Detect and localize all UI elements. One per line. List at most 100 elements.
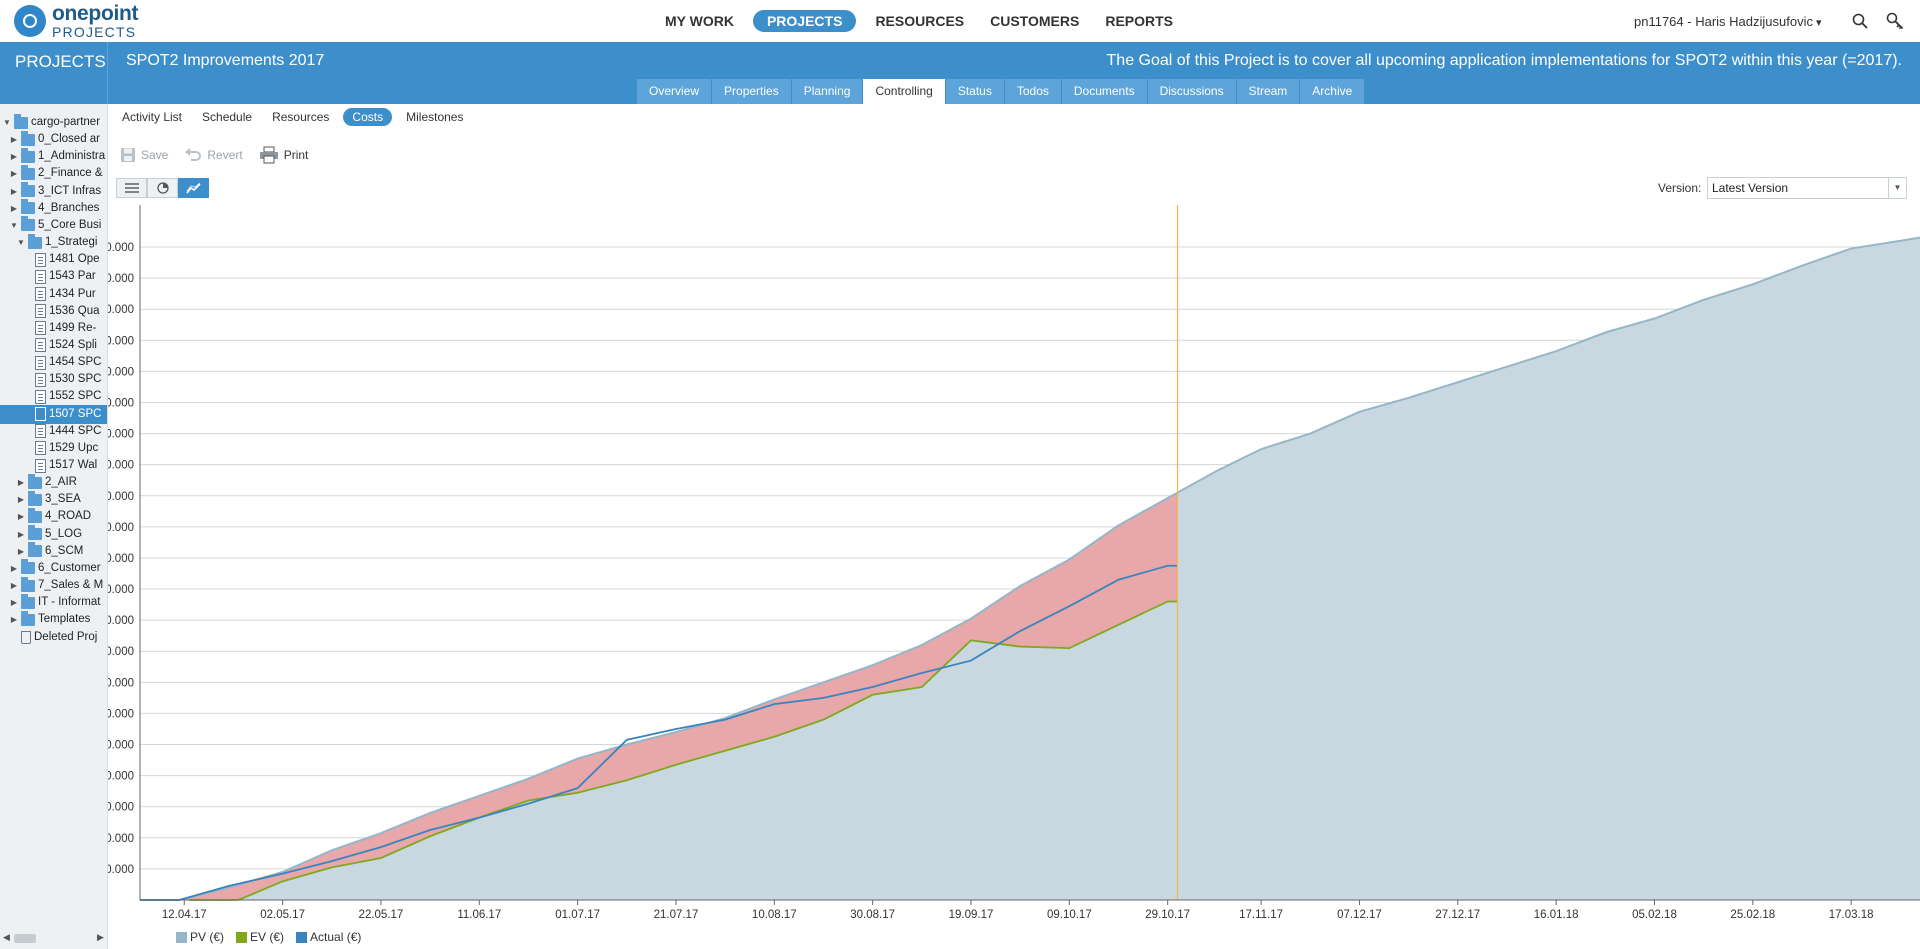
tree-item[interactable]: ▶ 1_Administra	[0, 147, 107, 166]
tree-item[interactable]: 1444 SPC	[0, 422, 107, 441]
tab-todos[interactable]: Todos	[1004, 79, 1061, 104]
subtab-milestones[interactable]: Milestones	[406, 108, 463, 126]
x-tick-label: 19.09.17	[949, 909, 994, 921]
x-tick-label: 09.10.17	[1047, 909, 1092, 921]
tree-item[interactable]: ▶ 7_Sales & M	[0, 576, 107, 595]
tab-documents[interactable]: Documents	[1061, 79, 1147, 104]
nav-item-reports[interactable]: REPORTS	[1103, 10, 1175, 32]
list-view-button[interactable]	[116, 178, 147, 198]
collapse-arrow-icon[interactable]: ▼	[9, 216, 19, 235]
tree-item[interactable]: 1536 Qua	[0, 302, 107, 321]
tree-item[interactable]: ▶ 3_SEA	[0, 490, 107, 509]
trash-icon	[21, 630, 31, 644]
scroll-left-icon[interactable]: ◀	[3, 932, 10, 943]
tree-item-label: 4_Branches	[38, 201, 100, 214]
expand-arrow-icon[interactable]: ▶	[9, 164, 19, 183]
pie-view-button[interactable]	[147, 178, 178, 198]
project-title: SPOT2 Improvements 2017	[126, 52, 325, 69]
tree-item[interactable]: 1529 Upc	[0, 439, 107, 458]
revert-button[interactable]: Revert	[184, 147, 243, 163]
expand-arrow-icon[interactable]: ▶	[16, 542, 26, 561]
expand-arrow-icon[interactable]: ▶	[9, 559, 19, 578]
nav-item-resources[interactable]: RESOURCES	[873, 10, 966, 32]
y-tick-label: 220.000	[108, 553, 134, 565]
tree-item[interactable]: ▼ 1_Strategi	[0, 233, 107, 252]
tab-properties[interactable]: Properties	[712, 79, 791, 104]
expand-arrow-icon[interactable]: ▶	[9, 593, 19, 612]
tree-item[interactable]: 1434 Pur	[0, 285, 107, 304]
tree-item[interactable]: ▼ cargo-partner	[0, 113, 107, 132]
tree-item[interactable]: ▶ 3_ICT Infras	[0, 182, 107, 201]
expand-arrow-icon[interactable]: ▶	[9, 576, 19, 595]
expand-arrow-icon[interactable]: ▶	[9, 130, 19, 149]
tree-item[interactable]: 1552 SPC	[0, 387, 107, 406]
nav-item-customers[interactable]: CUSTOMERS	[988, 10, 1081, 32]
print-button[interactable]: Print	[259, 146, 308, 164]
tree-item-label: 4_ROAD	[45, 510, 92, 523]
subtab-costs[interactable]: Costs	[343, 108, 393, 126]
tree-item[interactable]: Deleted Proj	[0, 628, 107, 647]
save-button[interactable]: Save	[120, 147, 168, 163]
main-nav: MY WORK PROJECTS RESOURCES CUSTOMERS REPORTS	[652, 10, 1186, 32]
tree-item[interactable]: ▶ 4_Branches	[0, 199, 107, 218]
folder-icon	[21, 164, 35, 180]
sidebar-scrollbar[interactable]: ◀ ▶	[0, 931, 107, 945]
tree-item[interactable]: 1481 Ope	[0, 250, 107, 269]
expand-arrow-icon[interactable]: ▶	[9, 182, 19, 201]
tree-item[interactable]: 1454 SPC	[0, 353, 107, 372]
tree-item[interactable]: ▶ 6_Customer	[0, 559, 107, 578]
logo[interactable]: onepoint PROJECTS	[14, 3, 139, 39]
version-select[interactable]: Latest Version ▼	[1707, 177, 1907, 199]
collapse-arrow-icon[interactable]: ▼	[2, 113, 12, 132]
expand-arrow-icon[interactable]: ▶	[9, 199, 19, 218]
expand-arrow-icon[interactable]: ▶	[9, 610, 19, 629]
folder-icon	[21, 147, 35, 163]
collapse-arrow-icon[interactable]: ▼	[16, 233, 26, 252]
tree-item[interactable]: ▶ 2_Finance &	[0, 164, 107, 183]
nav-item-my-work[interactable]: MY WORK	[663, 10, 736, 32]
tree-item[interactable]: 1507 SPC	[0, 404, 107, 424]
expand-arrow-icon[interactable]: ▶	[16, 473, 26, 492]
expand-arrow-icon[interactable]: ▶	[16, 507, 26, 526]
search-icon[interactable]	[1852, 13, 1868, 29]
tree-item[interactable]: ▼ 5_Core Busi	[0, 216, 107, 235]
key-icon[interactable]	[1886, 12, 1904, 30]
tree-item[interactable]: ▶ 2_AIR	[0, 473, 107, 492]
line-view-button[interactable]	[178, 178, 209, 198]
scroll-thumb[interactable]	[14, 934, 36, 943]
expand-arrow-icon[interactable]: ▶	[16, 525, 26, 544]
expand-arrow-icon[interactable]: ▶	[9, 147, 19, 166]
tab-discussions[interactable]: Discussions	[1147, 79, 1236, 104]
legend-item[interactable]: EV (€)	[236, 930, 284, 944]
tree-item[interactable]: 1524 Spli	[0, 336, 107, 355]
subtab-resources[interactable]: Resources	[272, 108, 329, 126]
tree-item[interactable]: ▶ IT - Informat	[0, 593, 107, 612]
tab-archive[interactable]: Archive	[1300, 79, 1365, 104]
tree-item[interactable]: 1517 Wal	[0, 456, 107, 475]
tab-planning[interactable]: Planning	[791, 79, 863, 104]
nav-item-projects[interactable]: PROJECTS	[752, 10, 857, 32]
y-tick-label: 360.000	[108, 335, 134, 347]
tab-controlling[interactable]: Controlling	[863, 79, 945, 104]
chevron-down-icon[interactable]: ▼	[1888, 178, 1906, 198]
user-menu[interactable]: pn11764 - Haris Hadzijusufovic	[1634, 14, 1822, 29]
tree-item[interactable]: 1530 SPC	[0, 370, 107, 389]
tree-item[interactable]: ▶ Templates	[0, 610, 107, 629]
legend-item[interactable]: PV (€)	[176, 930, 224, 944]
subtab-activity-list[interactable]: Activity List	[122, 108, 182, 126]
scroll-right-icon[interactable]: ▶	[97, 932, 104, 943]
tree-item[interactable]: ▶ 6_SCM	[0, 542, 107, 561]
tree-item[interactable]: ▶ 5_LOG	[0, 525, 107, 544]
tab-overview[interactable]: Overview	[637, 79, 712, 104]
tree-item[interactable]: ▶ 4_ROAD	[0, 507, 107, 526]
tab-stream[interactable]: Stream	[1236, 79, 1300, 104]
tab-status[interactable]: Status	[945, 79, 1004, 104]
tree-item[interactable]: 1543 Par	[0, 267, 107, 286]
tree-item[interactable]: 1499 Re-	[0, 319, 107, 338]
tree-item-label: 1499 Re-	[49, 321, 97, 334]
expand-arrow-icon[interactable]: ▶	[16, 490, 26, 509]
folder-icon	[28, 490, 42, 506]
tree-item[interactable]: ▶ 0_Closed ar	[0, 130, 107, 149]
legend-item[interactable]: Actual (€)	[296, 930, 361, 944]
subtab-schedule[interactable]: Schedule	[202, 108, 252, 126]
